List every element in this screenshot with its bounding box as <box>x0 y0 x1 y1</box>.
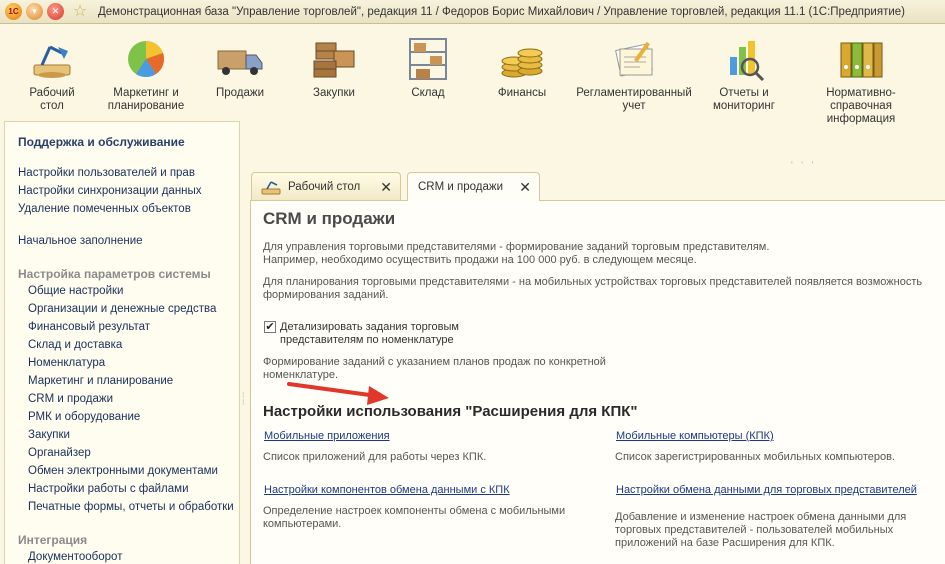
section-desktop[interactable]: Рабочий стол <box>22 37 82 113</box>
tab-label: CRM и продажи <box>418 181 503 193</box>
section-warehouse[interactable]: Склад <box>398 37 458 100</box>
mobile-apps-link[interactable]: Мобильные приложения <box>264 430 390 442</box>
bar-chart-icon <box>720 37 768 82</box>
section-label: Маркетинг и планирование <box>107 87 185 112</box>
nav-link-pos-equipment[interactable]: РМК и оборудование <box>28 411 140 423</box>
pie-chart-icon <box>122 37 170 81</box>
exchange-reps-link[interactable]: Настройки обмена данными для торговых пр… <box>616 484 917 496</box>
exchange-components-link[interactable]: Настройки компонентов обмена данными с К… <box>264 484 510 496</box>
description-text: Добавление и изменение настроек обмена д… <box>615 511 907 523</box>
detail-tasks-checkbox[interactable]: ✔ <box>264 321 276 333</box>
close-window-button[interactable]: ✕ <box>47 3 64 20</box>
section-purchases[interactable]: Закупки <box>304 37 364 100</box>
nav-link-file-settings[interactable]: Настройки работы с файлами <box>28 483 189 495</box>
nav-group-integration: Интеграция <box>18 533 88 547</box>
description-text: Для планирования торговыми представителя… <box>263 276 923 288</box>
nav-link-edi[interactable]: Обмен электронными документами <box>28 465 218 477</box>
navigation-panel: Поддержка и обслуживание Настройки польз… <box>4 121 240 564</box>
description-text: формирования заданий. <box>263 289 389 301</box>
window-title: Демонстрационная база "Управление торгов… <box>98 5 905 18</box>
nav-link-initial-fill[interactable]: Начальное заполнение <box>18 235 143 247</box>
nav-link-crm-sales[interactable]: CRM и продажи <box>28 393 113 405</box>
coins-icon <box>498 37 546 81</box>
section-label: Продажи <box>215 87 265 99</box>
section-reference-info[interactable]: Нормативно-справочная информация <box>796 37 926 126</box>
section-label: Склад <box>411 87 445 99</box>
tab-label: Рабочий стол <box>288 180 361 193</box>
nav-link-organizer[interactable]: Органайзер <box>28 447 91 459</box>
nav-link-general-settings[interactable]: Общие настройки <box>28 285 123 297</box>
description-text: Список приложений для работы через КПК. <box>263 451 487 463</box>
nav-link-warehouse-delivery[interactable]: Склад и доставка <box>28 339 122 351</box>
section-finance[interactable]: Финансы <box>492 37 552 100</box>
section-label: Регламентированный учет <box>576 87 692 112</box>
description-text: Для управления торговыми представителями… <box>263 241 770 253</box>
crates-icon <box>310 37 358 81</box>
checkbox-label-line: представителям по номенклатуре <box>280 334 454 346</box>
nav-heading[interactable]: Поддержка и обслуживание <box>18 135 185 149</box>
tab-crm-sales[interactable]: CRM и продажи ✕ <box>407 172 540 201</box>
nav-link-organizations[interactable]: Организации и денежные средства <box>28 303 216 315</box>
nav-link-print-forms[interactable]: Печатные формы, отчеты и обработки <box>28 501 234 513</box>
nav-link-purchases[interactable]: Закупки <box>28 429 70 441</box>
sections-panel: Рабочий стол Маркетинг и планирование Пр… <box>0 25 945 125</box>
shelves-icon <box>404 37 452 81</box>
checkbox-label-line: Детализировать задания торговым <box>280 321 459 333</box>
panel-splitter[interactable]: ⁝ ⁝ <box>242 392 246 422</box>
section-label: Финансы <box>497 87 547 99</box>
section-regulated-accounting[interactable]: Регламентированный учет <box>575 37 693 113</box>
description-text: торговых представителей - пользователей … <box>615 524 894 536</box>
red-arrow-annotation <box>287 382 389 405</box>
section-label: Закупки <box>313 87 355 99</box>
nav-link-nomenclature[interactable]: Номенклатура <box>28 357 105 369</box>
desk-lamp-icon <box>260 179 282 195</box>
description-text: Например, необходимо осуществить продажи… <box>263 254 697 266</box>
section-label: Нормативно-справочная информация <box>826 87 896 125</box>
favorites-star-icon[interactable]: ☆ <box>70 3 90 21</box>
nav-group-system-settings: Настройка параметров системы <box>18 267 211 281</box>
description-text: Список зарегистрированных мобильных комп… <box>615 451 895 463</box>
tab-desktop[interactable]: Рабочий стол ✕ <box>251 172 401 200</box>
close-tab-icon[interactable]: ✕ <box>519 179 531 196</box>
nav-link-delete-marked[interactable]: Удаление помеченных объектов <box>18 203 191 215</box>
truck-icon <box>216 37 264 81</box>
main-menu-button[interactable]: ▾ <box>26 3 43 20</box>
title-bar: 1С ▾ ✕ ☆ Демонстрационная база "Управлен… <box>0 0 945 24</box>
nav-link-marketing[interactable]: Маркетинг и планирование <box>28 375 173 387</box>
nav-link-financial-result[interactable]: Финансовый результат <box>28 321 150 333</box>
section-reports[interactable]: Отчеты и мониторинг <box>710 37 778 113</box>
nav-link-user-settings[interactable]: Настройки пользователей и прав <box>18 167 195 179</box>
description-text: Формирование заданий с указанием планов … <box>263 356 606 368</box>
section-sales[interactable]: Продажи <box>210 37 270 100</box>
description-text: компьютерами. <box>263 518 342 530</box>
nav-link-sync-settings[interactable]: Настройки синхронизации данных <box>18 185 202 197</box>
documents-icon <box>610 37 658 81</box>
binders-icon <box>837 37 885 81</box>
app-logo-icon[interactable]: 1С <box>5 3 22 20</box>
desk-lamp-icon <box>28 37 76 81</box>
section-label: Рабочий стол <box>29 87 75 112</box>
mobile-computers-link[interactable]: Мобильные компьютеры (КПК) <box>616 430 774 442</box>
description-text: Определение настроек компоненты обмена с… <box>263 505 566 517</box>
nav-link-document-flow[interactable]: Документооборот <box>28 551 122 563</box>
panel-grip[interactable]: ' ' ' <box>791 160 816 170</box>
close-tab-icon[interactable]: ✕ <box>380 179 392 196</box>
section-label: Отчеты и мониторинг <box>713 87 775 112</box>
checkbox-label[interactable]: Детализировать задания торговым представ… <box>280 321 500 347</box>
description-text: приложений на базе Расширения для КПК. <box>615 537 835 549</box>
section-marketing[interactable]: Маркетинг и планирование <box>106 37 186 113</box>
page-title: CRM и продажи <box>263 209 396 228</box>
